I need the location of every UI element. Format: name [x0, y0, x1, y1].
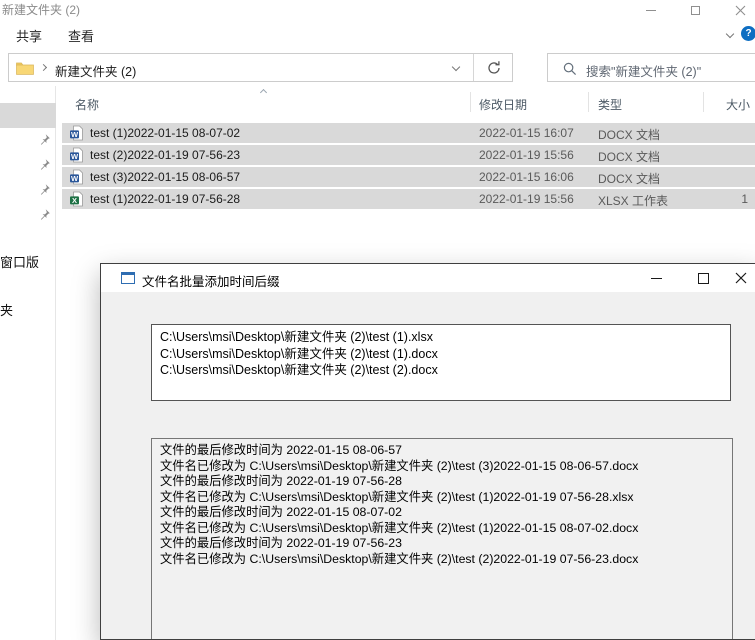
dialog-minimize-button[interactable]: [641, 267, 671, 289]
dialog-close-button[interactable]: [726, 267, 755, 289]
log-line: 文件名已修改为 C:\Users\msi\Desktop\新建文件夹 (2)\t…: [160, 521, 732, 537]
svg-text:X: X: [72, 196, 77, 205]
selected-files-listbox[interactable]: C:\Users\msi\Desktop\新建文件夹 (2)\test (1).…: [151, 324, 731, 401]
log-line: 文件的最后修改时间为 2022-01-19 07-56-23: [160, 536, 732, 552]
maximize-icon: [698, 273, 709, 284]
search-icon: [563, 62, 577, 76]
file-name: test (3)2022-01-15 08-06-57: [90, 170, 240, 184]
tab-share[interactable]: 共享: [16, 26, 42, 45]
sort-ascending-icon[interactable]: [260, 89, 267, 96]
file-type: DOCX 文档: [598, 148, 660, 165]
log-line: 文件的最后修改时间为 2022-01-15 08-06-57: [160, 443, 732, 459]
explorer-maximize-button[interactable]: [673, 0, 718, 20]
rename-tool-dialog: 文件名批量添加时间后缀 C:\Users\msi\Desktop\新建文件夹 (…: [100, 263, 755, 640]
close-icon: [735, 272, 747, 284]
file-type: DOCX 文档: [598, 126, 660, 143]
explorer-minimize-button[interactable]: [628, 0, 673, 20]
column-header-date-modified[interactable]: 修改日期: [479, 96, 527, 113]
log-line: 文件名已修改为 C:\Users\msi\Desktop\新建文件夹 (2)\t…: [160, 552, 732, 568]
word-file-icon: W: [69, 169, 85, 185]
file-date: 2022-01-15 16:06: [479, 170, 574, 184]
svg-text:W: W: [71, 174, 79, 183]
file-date: 2022-01-15 16:07: [479, 126, 574, 140]
sidebar-item-label[interactable]: 夹: [0, 300, 13, 319]
address-separator: [473, 54, 474, 81]
word-file-icon: W: [69, 147, 85, 163]
sidebar-item-label[interactable]: 窗口版: [0, 252, 39, 271]
file-path-line: C:\Users\msi\Desktop\新建文件夹 (2)\test (1).…: [160, 346, 730, 363]
file-date: 2022-01-19 15:56: [479, 192, 574, 206]
pin-icon: [38, 158, 51, 171]
tab-view[interactable]: 查看: [68, 26, 94, 45]
dialog-maximize-button[interactable]: [688, 267, 718, 289]
navigation-pane-divider: [55, 86, 56, 640]
column-header-name[interactable]: 名称: [75, 96, 99, 113]
pin-icon: [38, 183, 51, 196]
pin-icon: [38, 208, 51, 221]
table-row[interactable]: W test (2)2022-01-19 07-56-23 2022-01-19…: [62, 145, 755, 165]
file-date: 2022-01-19 15:56: [479, 148, 574, 162]
folder-icon: [16, 62, 34, 75]
search-input[interactable]: 搜索"新建文件夹 (2)": [586, 61, 701, 80]
svg-text:W: W: [71, 152, 79, 161]
file-path-line: C:\Users\msi\Desktop\新建文件夹 (2)\test (2).…: [160, 362, 730, 379]
log-line: 文件名已修改为 C:\Users\msi\Desktop\新建文件夹 (2)\t…: [160, 459, 732, 475]
minimize-icon: [651, 278, 662, 279]
dialog-title: 文件名批量添加时间后缀: [142, 271, 280, 290]
table-row[interactable]: W test (1)2022-01-15 08-07-02 2022-01-15…: [62, 123, 755, 143]
breadcrumb[interactable]: 新建文件夹 (2): [55, 61, 136, 80]
log-line: 文件的最后修改时间为 2022-01-15 08-07-02: [160, 505, 732, 521]
file-name: test (1)2022-01-19 07-56-28: [90, 192, 240, 206]
log-line: 文件的最后修改时间为 2022-01-19 07-56-28: [160, 474, 732, 490]
minimize-icon: [646, 10, 656, 11]
sidebar-item-selected[interactable]: [0, 103, 56, 128]
svg-text:W: W: [71, 130, 79, 139]
explorer-close-button[interactable]: [718, 0, 755, 20]
column-header-size[interactable]: 大小: [690, 96, 750, 113]
file-name: test (1)2022-01-15 08-07-02: [90, 126, 240, 140]
explorer-window-title: 新建文件夹 (2): [2, 1, 80, 18]
table-row[interactable]: X test (1)2022-01-19 07-56-28 2022-01-19…: [62, 189, 755, 209]
address-bar[interactable]: 新建文件夹 (2): [8, 53, 513, 82]
header-separator[interactable]: [470, 92, 471, 112]
help-button[interactable]: ?: [741, 26, 755, 41]
table-row[interactable]: W test (3)2022-01-15 08-06-57 2022-01-15…: [62, 167, 755, 187]
file-type: DOCX 文档: [598, 170, 660, 187]
screen: { "glyphs": { "help": "?" }, "explorer":…: [0, 0, 755, 640]
file-name: test (2)2022-01-19 07-56-23: [90, 148, 240, 162]
maximize-icon: [691, 6, 700, 15]
close-icon: [735, 5, 746, 16]
excel-file-icon: X: [69, 191, 85, 207]
dialog-titlebar[interactable]: 文件名批量添加时间后缀: [101, 264, 755, 292]
header-separator[interactable]: [703, 92, 704, 112]
file-type: XLSX 工作表: [598, 192, 668, 209]
search-box[interactable]: 搜索"新建文件夹 (2)": [547, 53, 755, 82]
breadcrumb-chevron-icon[interactable]: [40, 64, 47, 71]
header-separator[interactable]: [588, 92, 589, 112]
column-header-type[interactable]: 类型: [598, 96, 622, 113]
address-dropdown-icon[interactable]: [452, 63, 460, 71]
log-line: 文件名已修改为 C:\Users\msi\Desktop\新建文件夹 (2)\t…: [160, 490, 732, 506]
rename-log-output[interactable]: 文件的最后修改时间为 2022-01-15 08-06-57 文件名已修改为 C…: [151, 438, 733, 640]
application-window-icon: [121, 272, 135, 284]
help-icon: ?: [745, 28, 751, 39]
file-path-line: C:\Users\msi\Desktop\新建文件夹 (2)\test (1).…: [160, 329, 730, 346]
word-file-icon: W: [69, 125, 85, 141]
ribbon-collapse-icon[interactable]: [726, 30, 734, 38]
file-size: 1: [682, 192, 748, 206]
pin-icon: [38, 133, 51, 146]
refresh-icon[interactable]: [486, 60, 502, 76]
